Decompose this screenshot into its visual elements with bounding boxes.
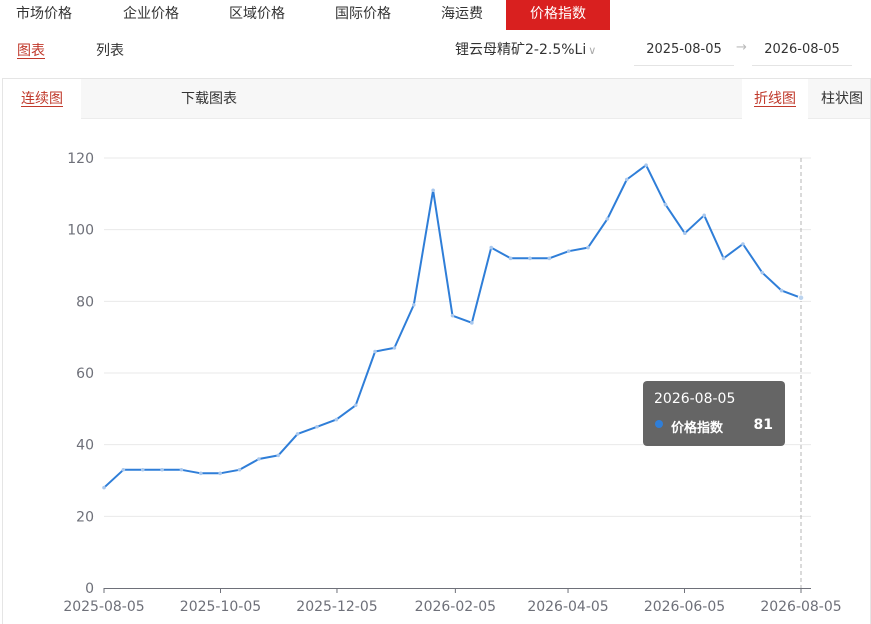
data-point <box>315 424 319 429</box>
data-point <box>489 245 494 250</box>
chart-grid <box>104 157 811 517</box>
data-point <box>373 349 377 354</box>
tooltip-date: 2026-08-05 <box>654 391 736 407</box>
tooltip-series-marker <box>655 420 663 428</box>
data-point <box>683 231 687 236</box>
x-tick-label: 2026-04-05 <box>527 599 608 615</box>
x-tick-label: 2026-02-05 <box>415 599 496 615</box>
tooltip-value: 81 <box>753 417 773 433</box>
y-tick-label: 80 <box>76 294 94 310</box>
y-tick-label: 20 <box>76 509 94 525</box>
data-point <box>353 403 358 408</box>
chart-tooltip: 2026-08-05 价格指数 81 <box>643 381 785 446</box>
data-point <box>160 467 164 472</box>
data-point <box>450 313 455 318</box>
data-point <box>797 294 805 302</box>
x-tick-label: 2025-10-05 <box>180 599 261 615</box>
data-point <box>508 256 513 261</box>
data-point <box>121 467 126 472</box>
x-tick-label: 2026-08-05 <box>760 599 841 615</box>
data-point <box>702 213 706 218</box>
data-point <box>779 288 784 293</box>
data-point <box>257 457 261 461</box>
data-point <box>566 249 571 253</box>
data-point <box>276 453 281 458</box>
data-point <box>431 188 435 193</box>
x-axis: 2025-08-05 2025-10-05 2025-12-05 2026-02-05… <box>63 588 842 615</box>
data-point <box>586 245 590 250</box>
data-point <box>721 256 726 261</box>
data-point <box>741 242 745 246</box>
y-tick-label: 120 <box>67 151 94 167</box>
price-index-line-chart: 020406080100120 2025-08-05 2025-10-05 2025… <box>63 151 842 615</box>
data-point <box>218 471 222 476</box>
data-point <box>547 256 552 261</box>
data-point <box>663 202 668 207</box>
data-point <box>295 432 300 436</box>
data-point <box>528 256 532 261</box>
data-point <box>624 177 629 182</box>
data-point <box>237 467 242 472</box>
data-point <box>102 485 106 490</box>
y-tick-label: 100 <box>67 223 94 239</box>
data-point <box>644 163 648 167</box>
data-point <box>760 270 765 275</box>
x-tick-label: 2025-08-05 <box>63 599 144 615</box>
y-tick-label: 60 <box>76 366 94 382</box>
y-axis: 0 20 40 60 80 100 120 <box>67 151 94 597</box>
data-point <box>199 471 203 476</box>
x-tick-label: 2026-06-05 <box>644 599 725 615</box>
tooltip-series-name: 价格指数 <box>671 421 724 436</box>
y-tick-label: 40 <box>76 438 94 454</box>
data-point <box>470 321 474 325</box>
data-point <box>411 303 416 307</box>
y-tick-label: 0 <box>85 581 94 597</box>
data-point <box>392 346 397 350</box>
data-point <box>140 467 145 472</box>
data-point <box>334 417 339 422</box>
x-tick-label: 2025-12-05 <box>296 599 377 615</box>
data-point <box>179 467 184 472</box>
data-point <box>605 217 610 221</box>
